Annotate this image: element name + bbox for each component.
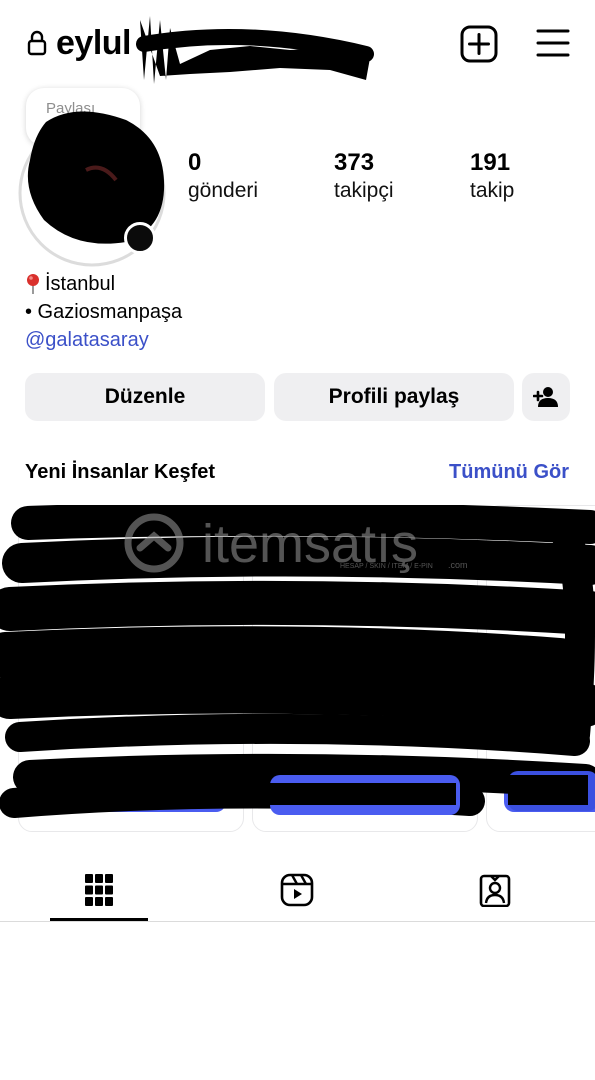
top-bar: eylul — [0, 0, 595, 90]
bio-location-city: İstanbul — [45, 273, 116, 295]
stat-followers[interactable]: 373 takipçi — [334, 148, 394, 204]
stat-following[interactable]: 191 takip — [470, 148, 514, 204]
share-profile-button[interactable]: Profili paylaş — [274, 373, 514, 421]
following-label: takip — [470, 179, 515, 202]
active-tab-indicator — [50, 918, 148, 921]
tab-tagged[interactable] — [446, 860, 544, 920]
watermark-tagline: HESAP / SKIN / ITEM / E-PIN — [340, 563, 433, 570]
stat-posts[interactable]: 0 gönderi — [188, 148, 258, 204]
watermark: itemsatış HESAP / SKIN / ITEM / E-PIN .c… — [122, 510, 472, 580]
tab-posts[interactable] — [50, 860, 148, 920]
profile-bio: İstanbul • Gaziosmanpaşa @galatasaray — [25, 270, 182, 354]
new-post-button[interactable] — [460, 25, 498, 63]
grid-icon — [85, 874, 113, 906]
hamburger-menu-icon[interactable] — [536, 27, 570, 59]
tagged-person-icon — [479, 874, 511, 907]
redaction-scribble — [136, 16, 374, 84]
edit-profile-button[interactable]: Düzenle — [25, 373, 265, 421]
posts-count: 0 — [188, 149, 202, 176]
bio-location: İstanbul — [25, 270, 182, 298]
followers-count: 373 — [334, 149, 375, 176]
add-person-icon — [533, 387, 558, 407]
reels-icon — [280, 873, 314, 907]
discover-people-button[interactable] — [522, 373, 570, 421]
pin-icon — [27, 274, 39, 294]
posts-label: gönderi — [188, 179, 259, 202]
lock-icon — [27, 30, 47, 56]
watermark-suffix: .com — [448, 560, 468, 570]
discover-people-title: Yeni İnsanlar Keşfet — [25, 461, 216, 483]
followers-label: takipçi — [334, 179, 394, 202]
see-all-link[interactable]: Tümünü Gör — [449, 461, 569, 484]
profile-tabs — [0, 860, 595, 922]
avatar-add-story-badge[interactable] — [124, 222, 156, 254]
bio-location-district: • Gaziosmanpaşa — [25, 301, 183, 323]
bio-mention-link[interactable]: @galatasaray — [25, 326, 182, 354]
profile-username[interactable]: eylul — [56, 24, 131, 63]
tab-reels[interactable] — [248, 860, 346, 920]
following-count: 191 — [470, 149, 511, 176]
